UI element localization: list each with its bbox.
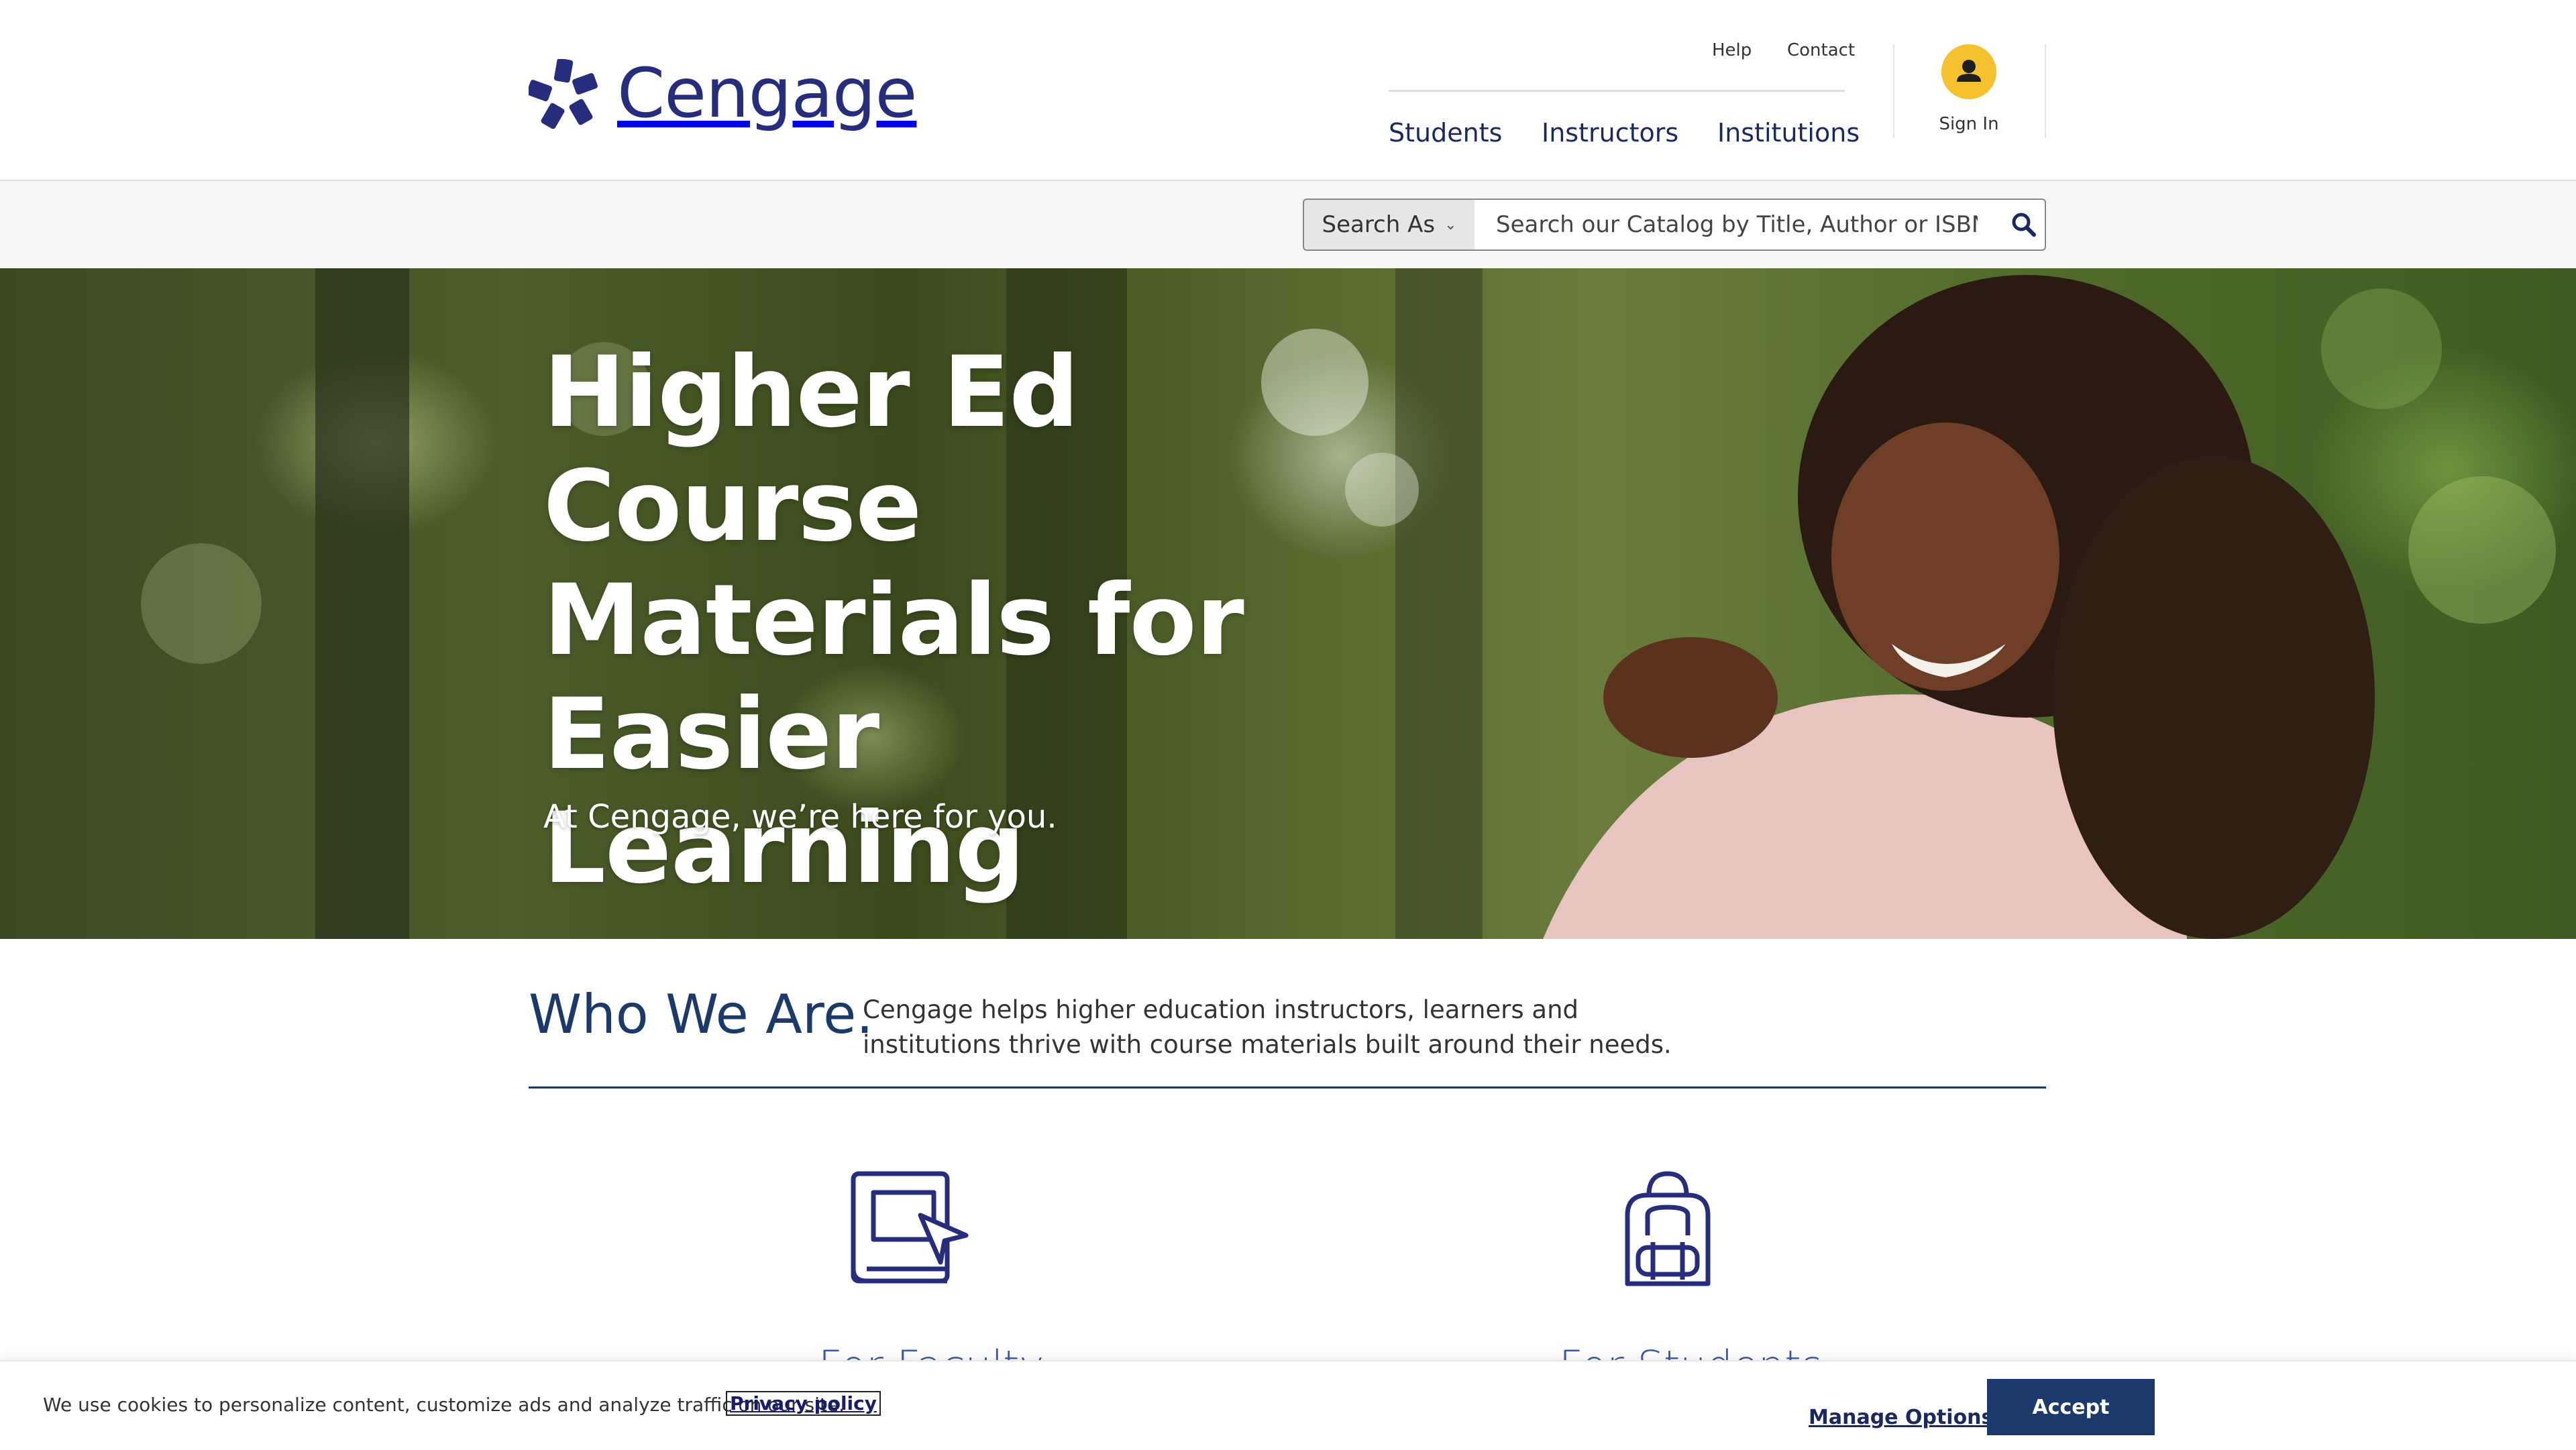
hero-subtitle: At Cengage, we’re here for you.	[543, 798, 1057, 836]
header-divider-right	[2045, 44, 2046, 138]
catalog-search-input[interactable]	[1474, 199, 2046, 251]
nav-institutions[interactable]: Institutions	[1717, 118, 1860, 148]
backpack-icon	[1607, 1168, 1728, 1296]
manage-options-link[interactable]: Manage Options	[1809, 1406, 1993, 1429]
user-icon	[1957, 60, 1981, 82]
nav-instructors[interactable]: Instructors	[1542, 118, 1678, 148]
hero-banner: Higher Ed Course Materials for Easier Le…	[0, 268, 2576, 939]
privacy-policy-link[interactable]: Privacy policy	[726, 1391, 881, 1416]
nav-students[interactable]: Students	[1389, 118, 1502, 148]
header-divider-left	[1893, 44, 1894, 138]
search-icon	[2012, 213, 2036, 237]
who-we-are-title: Who We Are.	[529, 983, 873, 1046]
who-we-are-text: Cengage helps higher education instructo…	[863, 995, 1672, 1059]
help-link[interactable]: Help	[1712, 40, 1752, 60]
user-avatar[interactable]	[1941, 44, 1996, 99]
cengage-logo-mark-icon	[529, 58, 598, 129]
cookie-banner: We use cookies to personalize content, c…	[0, 1360, 2576, 1450]
search-as-dropdown[interactable]: Search As ⌄	[1303, 199, 1476, 251]
brand-name: Cengage	[617, 54, 917, 133]
search-as-label: Search As	[1322, 211, 1436, 238]
cookie-message: We use cookies to personalize content, c…	[43, 1394, 845, 1416]
section-divider	[529, 1086, 2046, 1089]
book-pointer-icon	[847, 1168, 971, 1296]
search-bar	[0, 181, 2576, 268]
site-header: Cengage Help Contact Students Instructor…	[0, 0, 2576, 181]
sign-in-label[interactable]: Sign In	[1919, 114, 2019, 134]
cengage-logo[interactable]: Cengage	[529, 54, 917, 133]
search-button[interactable]	[2006, 207, 2042, 243]
contact-link[interactable]: Contact	[1787, 40, 1855, 60]
nav-divider	[1389, 90, 1845, 92]
accept-cookies-button[interactable]: Accept	[1987, 1379, 2155, 1435]
chevron-down-icon: ⌄	[1444, 216, 1457, 233]
